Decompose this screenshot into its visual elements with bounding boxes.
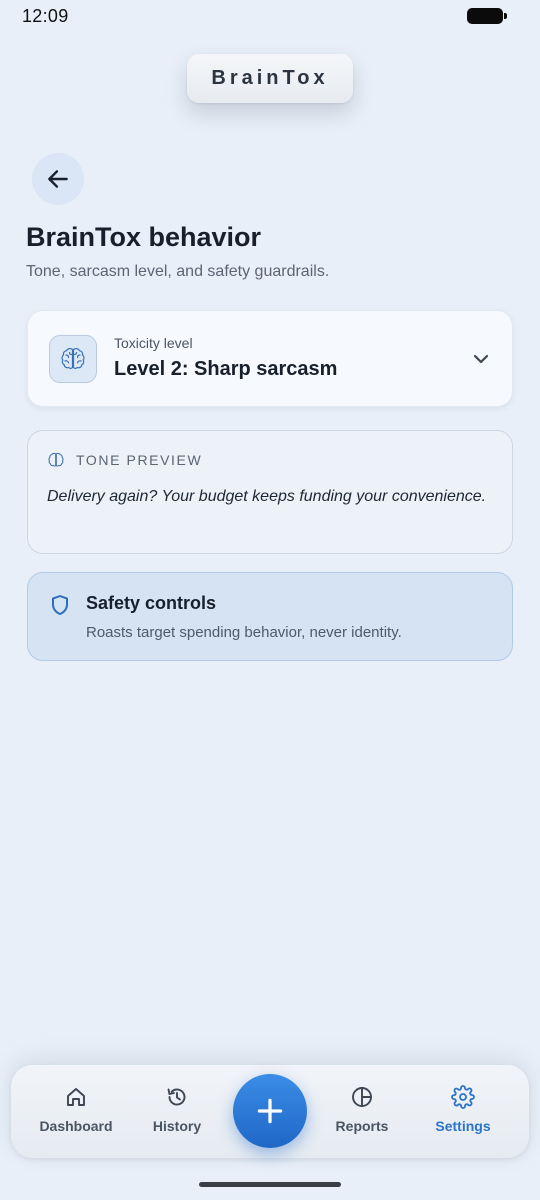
bottom-nav: Dashboard History Reports Settings <box>11 1065 529 1158</box>
nav-label-settings: Settings <box>435 1118 491 1134</box>
tone-preview-card: TONE PREVIEW Delivery again? Your budget… <box>27 430 513 554</box>
history-icon <box>167 1088 186 1106</box>
toxicity-level-dropdown[interactable]: Toxicity level Level 2: Sharp sarcasm <box>27 310 513 407</box>
brain-icon <box>48 452 64 467</box>
status-bar: 12:09 <box>0 0 540 32</box>
nav-item-history[interactable]: History <box>127 1085 227 1134</box>
page-title: BrainTox behavior <box>26 222 262 252</box>
nav-item-settings[interactable]: Settings <box>413 1085 513 1134</box>
plus-icon <box>257 1098 283 1124</box>
arrow-left-icon <box>48 170 68 188</box>
gear-icon <box>451 1085 475 1109</box>
nav-label-reports: Reports <box>335 1118 389 1134</box>
app-brand: BrainTox <box>187 54 353 103</box>
toxicity-label: Toxicity level <box>114 335 193 351</box>
safety-description: Roasts target spending behavior, never i… <box>86 624 402 641</box>
nav-label-dashboard: Dashboard <box>39 1118 113 1134</box>
home-indicator <box>199 1182 341 1187</box>
status-time: 12:09 <box>22 6 69 26</box>
toxicity-value: Level 2: Sharp sarcasm <box>114 358 338 380</box>
safety-controls-card[interactable]: Safety controls Roasts target spending b… <box>27 572 513 661</box>
page-subtitle: Tone, sarcasm level, and safety guardrai… <box>26 263 330 280</box>
add-button[interactable] <box>233 1074 307 1148</box>
nav-item-reports[interactable]: Reports <box>312 1085 412 1134</box>
brain-badge <box>49 335 97 383</box>
brain-icon <box>61 348 85 370</box>
home-icon <box>67 1088 85 1106</box>
chevron-down-icon <box>473 354 489 364</box>
nav-label-history: History <box>152 1118 202 1134</box>
back-button[interactable] <box>32 153 84 205</box>
safety-title: Safety controls <box>86 593 217 613</box>
nav-item-dashboard[interactable]: Dashboard <box>26 1085 126 1134</box>
tone-preview-quote: Delivery again? Your budget keeps fundin… <box>47 488 487 505</box>
shield-icon <box>52 595 68 615</box>
tone-preview-header: TONE PREVIEW <box>47 451 202 469</box>
pie-chart-icon <box>352 1087 372 1107</box>
battery-icon <box>467 8 507 24</box>
tone-preview-title: TONE PREVIEW <box>76 452 203 468</box>
